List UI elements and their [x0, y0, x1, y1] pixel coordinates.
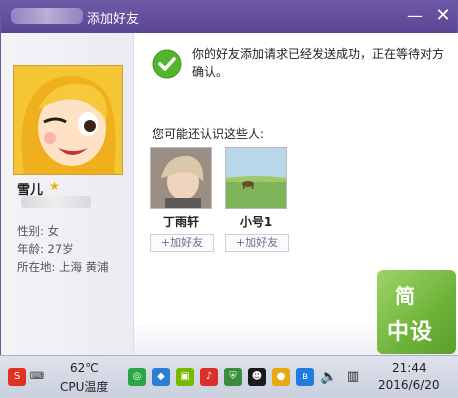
- shield-icon[interactable]: ⛨: [224, 368, 242, 386]
- app-tray-icon[interactable]: ●: [272, 368, 290, 386]
- watermark-text: 中设: [387, 320, 434, 345]
- wechat-icon[interactable]: ◎: [128, 368, 146, 386]
- title-bar[interactable]: 添加好友 — ✕: [1, 0, 457, 33]
- bluetooth-icon[interactable]: ʙ: [296, 368, 314, 386]
- network-icon[interactable]: ▥: [344, 368, 362, 386]
- qq-icon[interactable]: ☻: [248, 368, 266, 386]
- security-icon[interactable]: ◆: [152, 368, 170, 386]
- nvidia-icon[interactable]: ▣: [176, 368, 194, 386]
- star-icon: ★: [49, 179, 60, 193]
- location-info: 所在地: 上海 黄浦: [17, 260, 109, 274]
- keyboard-icon[interactable]: ⌨: [28, 368, 46, 386]
- suggestion-name: 小号1: [239, 215, 273, 229]
- blurred-username: [11, 8, 83, 24]
- blurred-account-id: [21, 196, 91, 208]
- profile-panel: 雪儿 ★ 性别: 女 年龄: 27岁 所在地: 上海 黄浦: [1, 33, 134, 355]
- watermark-logo: 简 中设: [377, 270, 456, 354]
- clock-time[interactable]: 21:44: [392, 361, 427, 375]
- suggestion-card: 小号1 +加好友: [225, 147, 289, 252]
- avatar: [13, 65, 123, 175]
- minimize-button[interactable]: —: [405, 6, 425, 26]
- volume-icon[interactable]: 🔈: [320, 368, 338, 386]
- success-message: 你的好友添加请求已经发送成功，正在等待对方确认。: [192, 47, 445, 79]
- sogou-input-icon[interactable]: S: [8, 368, 26, 386]
- person-photo-icon: [151, 148, 211, 208]
- suggestion-name: 丁雨轩: [162, 215, 199, 229]
- suggestions-title: 您可能还认识这些人:: [152, 127, 265, 141]
- check-success-icon: [152, 49, 182, 79]
- close-button[interactable]: ✕: [433, 6, 453, 26]
- add-friend-button[interactable]: +加好友: [150, 234, 214, 252]
- landscape-photo-icon: [226, 148, 286, 208]
- suggestion-photo[interactable]: [150, 147, 212, 209]
- age-info: 年龄: 27岁: [17, 242, 74, 256]
- cartoon-avatar-icon: [14, 66, 122, 174]
- suggestion-photo[interactable]: [225, 147, 287, 209]
- netease-music-icon[interactable]: ♪: [200, 368, 218, 386]
- suggestion-card: 丁雨轩 +加好友: [150, 147, 214, 252]
- clock-date[interactable]: 2016/6/20: [378, 378, 440, 392]
- taskbar: S ⌨ 62℃ CPU温度 ◎ ◆ ▣ ♪ ⛨ ☻ ● ʙ 🔈 ▥ 21:44 …: [0, 355, 458, 398]
- gender-info: 性别: 女: [17, 224, 60, 238]
- watermark-text: 简: [395, 284, 416, 308]
- add-friend-button[interactable]: +加好友: [225, 234, 289, 252]
- cpu-temperature: 62℃: [70, 361, 99, 375]
- window-title: 添加好友: [87, 12, 140, 27]
- cpu-temperature-label: CPU温度: [60, 380, 109, 394]
